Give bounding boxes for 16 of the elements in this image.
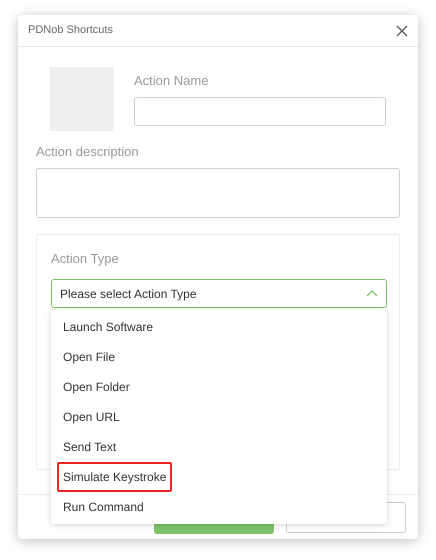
dropdown-option[interactable]: Launch Software — [57, 312, 160, 342]
action-type-select[interactable]: Please select Action Type — [51, 279, 387, 308]
dropdown-option[interactable]: Open URL — [57, 402, 126, 432]
dropdown-option[interactable]: Simulate Keystroke — [57, 462, 172, 492]
action-description-field[interactable] — [36, 168, 400, 218]
close-icon[interactable] — [396, 24, 408, 36]
field-label: Action Type — [51, 251, 120, 267]
action-name-field[interactable] — [134, 97, 386, 126]
window-title: PDNob Shortcuts — [28, 23, 113, 38]
dropdown-option[interactable]: Open File — [57, 342, 122, 372]
field-label: Action Name — [134, 73, 210, 89]
dropdown-option[interactable]: Send Text — [57, 432, 122, 462]
dropdown-option[interactable]: Run Command — [57, 492, 150, 522]
field-label: Action description — [36, 144, 140, 160]
chevron-up-icon — [366, 290, 378, 297]
dropdown-option[interactable]: Open Folder — [57, 372, 136, 402]
